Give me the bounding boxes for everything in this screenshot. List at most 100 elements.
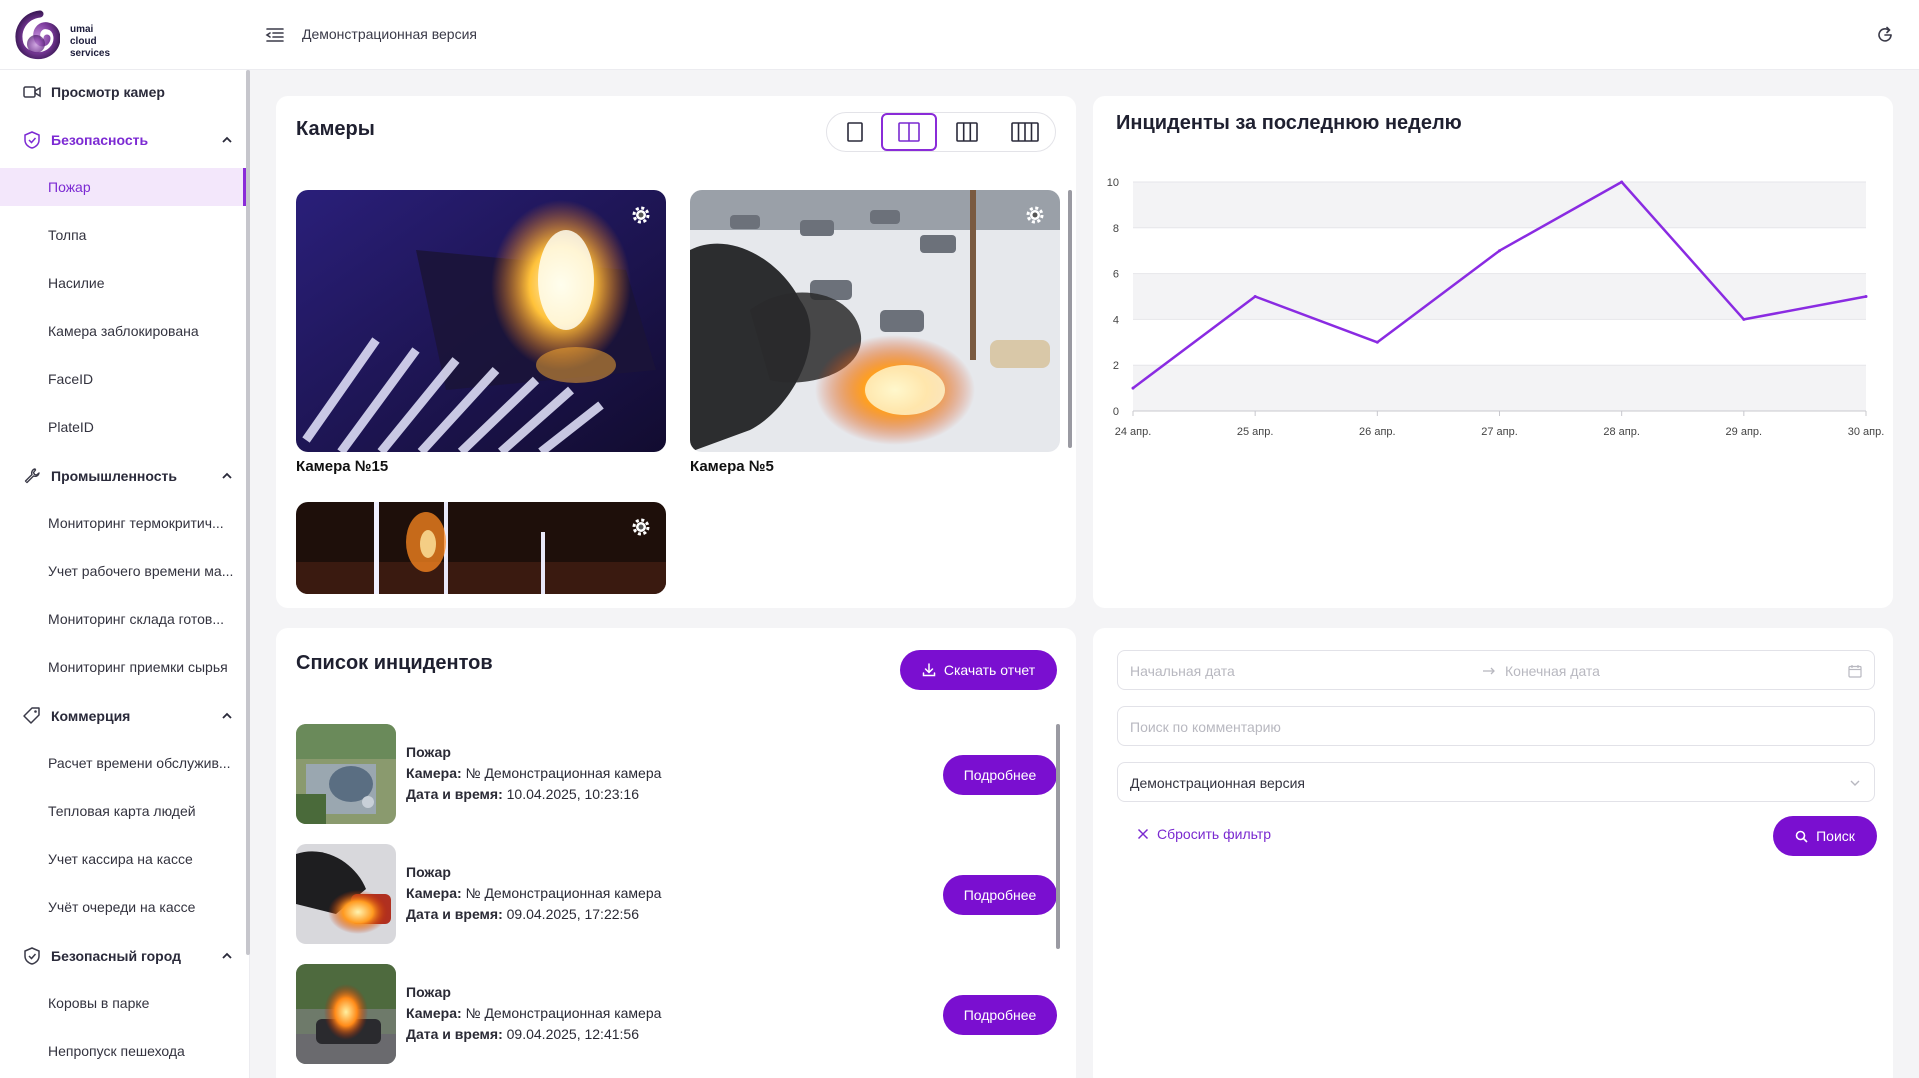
camera-prefix: Камера: [406, 1005, 462, 1021]
details-button[interactable]: Подробнее [943, 875, 1057, 915]
logo[interactable]: umai cloud services [14, 10, 124, 60]
sidebar-item-faceid[interactable]: FaceID [0, 360, 246, 398]
menu-collapse-icon[interactable] [264, 24, 286, 46]
incident-camera-value: № Демонстрационная камера [465, 1005, 662, 1021]
datetime-prefix: Дата и время: [406, 1026, 503, 1042]
sidebar-item-fire[interactable]: Пожар [0, 168, 246, 206]
sidebar-item-raw-intake[interactable]: Мониторинг приемки сырья [0, 648, 246, 686]
sidebar-item-work-time[interactable]: Учет рабочего времени ма... [0, 552, 246, 590]
x-tick-label: 25 апр. [1237, 426, 1274, 438]
download-report-label: Скачать отчет [943, 662, 1036, 678]
download-icon [922, 663, 936, 677]
sidebar-group-safe-city[interactable]: Безопасный город [0, 934, 246, 978]
refresh-icon[interactable] [1874, 24, 1896, 46]
incident-type: Пожар [406, 744, 451, 760]
sidebar-item-cashier[interactable]: Учет кассира на кассе [0, 840, 246, 878]
incident-thumbnail[interactable] [296, 964, 396, 1064]
data-point [1253, 295, 1257, 298]
chevron-up-icon[interactable] [220, 134, 234, 146]
chevron-up-icon[interactable] [220, 710, 234, 722]
top-header: umai cloud services Демонстрационная вер… [0, 0, 1919, 70]
search-icon [1795, 830, 1808, 843]
start-date-input[interactable]: Начальная дата [1130, 663, 1235, 679]
sidebar-item-cows-park[interactable]: Коровы в парке [0, 984, 246, 1022]
sidebar-group-label: Коммерция [51, 708, 131, 724]
close-icon [1137, 828, 1149, 840]
incident-datetime: Дата и время: 09.04.2025, 12:41:56 [406, 1026, 639, 1042]
incident-row: Пожар Камера: № Демонстрационная камера … [296, 964, 1096, 1064]
sidebar-item-camera-view[interactable]: Просмотр камер [0, 70, 246, 114]
download-report-button[interactable]: Скачать отчет [900, 650, 1057, 690]
sidebar-item-violence[interactable]: Насилие [0, 264, 246, 302]
incident-datetime-value: 09.04.2025, 17:22:56 [506, 906, 639, 922]
details-button[interactable]: Подробнее [943, 995, 1057, 1035]
filter-card: Начальная дата Конечная дата Поиск по ко… [1093, 628, 1893, 1078]
cameras-scrollbar[interactable] [1068, 190, 1072, 448]
camera-feed-image [690, 190, 1060, 452]
incident-thumbnail[interactable] [296, 724, 396, 824]
incident-thumbnail[interactable] [296, 844, 396, 944]
search-button[interactable]: Поиск [1773, 816, 1877, 856]
sidebar-item-camera-blocked[interactable]: Камера заблокирована [0, 312, 246, 350]
sidebar-item-service-time[interactable]: Расчет времени обслужив... [0, 744, 246, 782]
comment-search-input[interactable]: Поиск по комментарию [1130, 719, 1281, 735]
sidebar-item-heatmap[interactable]: Тепловая карта людей [0, 792, 246, 830]
logo-swirl-icon [15, 10, 60, 60]
cameras-card: Камеры Камера №15 Камера №5 [276, 96, 1076, 608]
sidebar-item-label: Мониторинг термокритич... [48, 515, 224, 531]
sidebar-item-pedestrian[interactable]: Непропуск пешехода [0, 1032, 246, 1070]
camera-tile[interactable] [296, 190, 666, 452]
layout-4-button[interactable] [997, 113, 1053, 151]
incidents-scrollbar[interactable] [1056, 724, 1060, 949]
wrench-icon [24, 468, 40, 484]
camera-label: Камера №15 [296, 458, 389, 475]
date-range-picker[interactable]: Начальная дата Конечная дата [1117, 650, 1875, 690]
chevron-down-icon [1850, 780, 1860, 786]
x-tick-label: 24 апр. [1115, 426, 1152, 438]
logo-line: umai [70, 24, 94, 35]
single-column-icon [847, 122, 863, 142]
data-point [1742, 317, 1746, 321]
y-tick-label: 4 [1113, 314, 1119, 326]
sidebar-item-thermal-monitoring[interactable]: Мониторинг термокритич... [0, 504, 246, 542]
sidebar-group-label: Промышленность [51, 468, 177, 484]
layout-1-button[interactable] [827, 113, 883, 151]
comment-search-field[interactable]: Поиск по комментарию [1117, 706, 1875, 746]
sidebar-scrollbar[interactable] [246, 70, 250, 955]
layout-2-button[interactable] [881, 113, 937, 151]
sidebar-group-label: Безопасный город [51, 948, 181, 964]
chevron-up-icon[interactable] [220, 950, 234, 962]
details-button[interactable]: Подробнее [943, 755, 1057, 795]
camera-prefix: Камера: [406, 765, 462, 781]
incident-row: Пожар Камера: № Демонстрационная камера … [296, 844, 1096, 944]
settings-gear-icon[interactable] [1024, 204, 1046, 226]
sidebar-item-crowd[interactable]: Толпа [0, 216, 246, 254]
end-date-input[interactable]: Конечная дата [1505, 663, 1600, 679]
shield-icon [24, 131, 40, 149]
calendar-icon[interactable] [1848, 664, 1862, 678]
sidebar-group-industry[interactable]: Промышленность [0, 454, 246, 498]
sidebar-group-commerce[interactable]: Коммерция [0, 694, 246, 738]
camera-tile[interactable] [690, 190, 1060, 452]
sidebar-item-queue[interactable]: Учёт очереди на кассе [0, 888, 246, 926]
layout-3-button[interactable] [939, 113, 995, 151]
sidebar-item-label: Камера заблокирована [48, 323, 199, 339]
sidebar-item-label: Учёт очереди на кассе [48, 899, 196, 915]
x-tick-label: 26 апр. [1359, 426, 1396, 438]
sidebar-group-security[interactable]: Безопасность [0, 118, 246, 162]
settings-gear-icon[interactable] [630, 204, 652, 226]
sidebar-item-plateid[interactable]: PlateID [0, 408, 246, 446]
camera-tile[interactable] [296, 502, 666, 594]
version-select[interactable]: Демонстрационная версия [1117, 762, 1875, 802]
settings-gear-icon[interactable] [630, 516, 652, 538]
reset-filter-link[interactable]: Сбросить фильтр [1137, 826, 1271, 842]
camera-feed-image [296, 190, 666, 452]
incident-camera-value: № Демонстрационная камера [465, 765, 662, 781]
camera-prefix: Камера: [406, 885, 462, 901]
data-point [1620, 180, 1624, 184]
sidebar-item-label: Коровы в парке [48, 995, 150, 1011]
sidebar-item-warehouse-monitoring[interactable]: Мониторинг склада готов... [0, 600, 246, 638]
sidebar-item-label: Учет рабочего времени ма... [48, 563, 234, 579]
chevron-up-icon[interactable] [220, 470, 234, 482]
incident-image [296, 844, 396, 944]
